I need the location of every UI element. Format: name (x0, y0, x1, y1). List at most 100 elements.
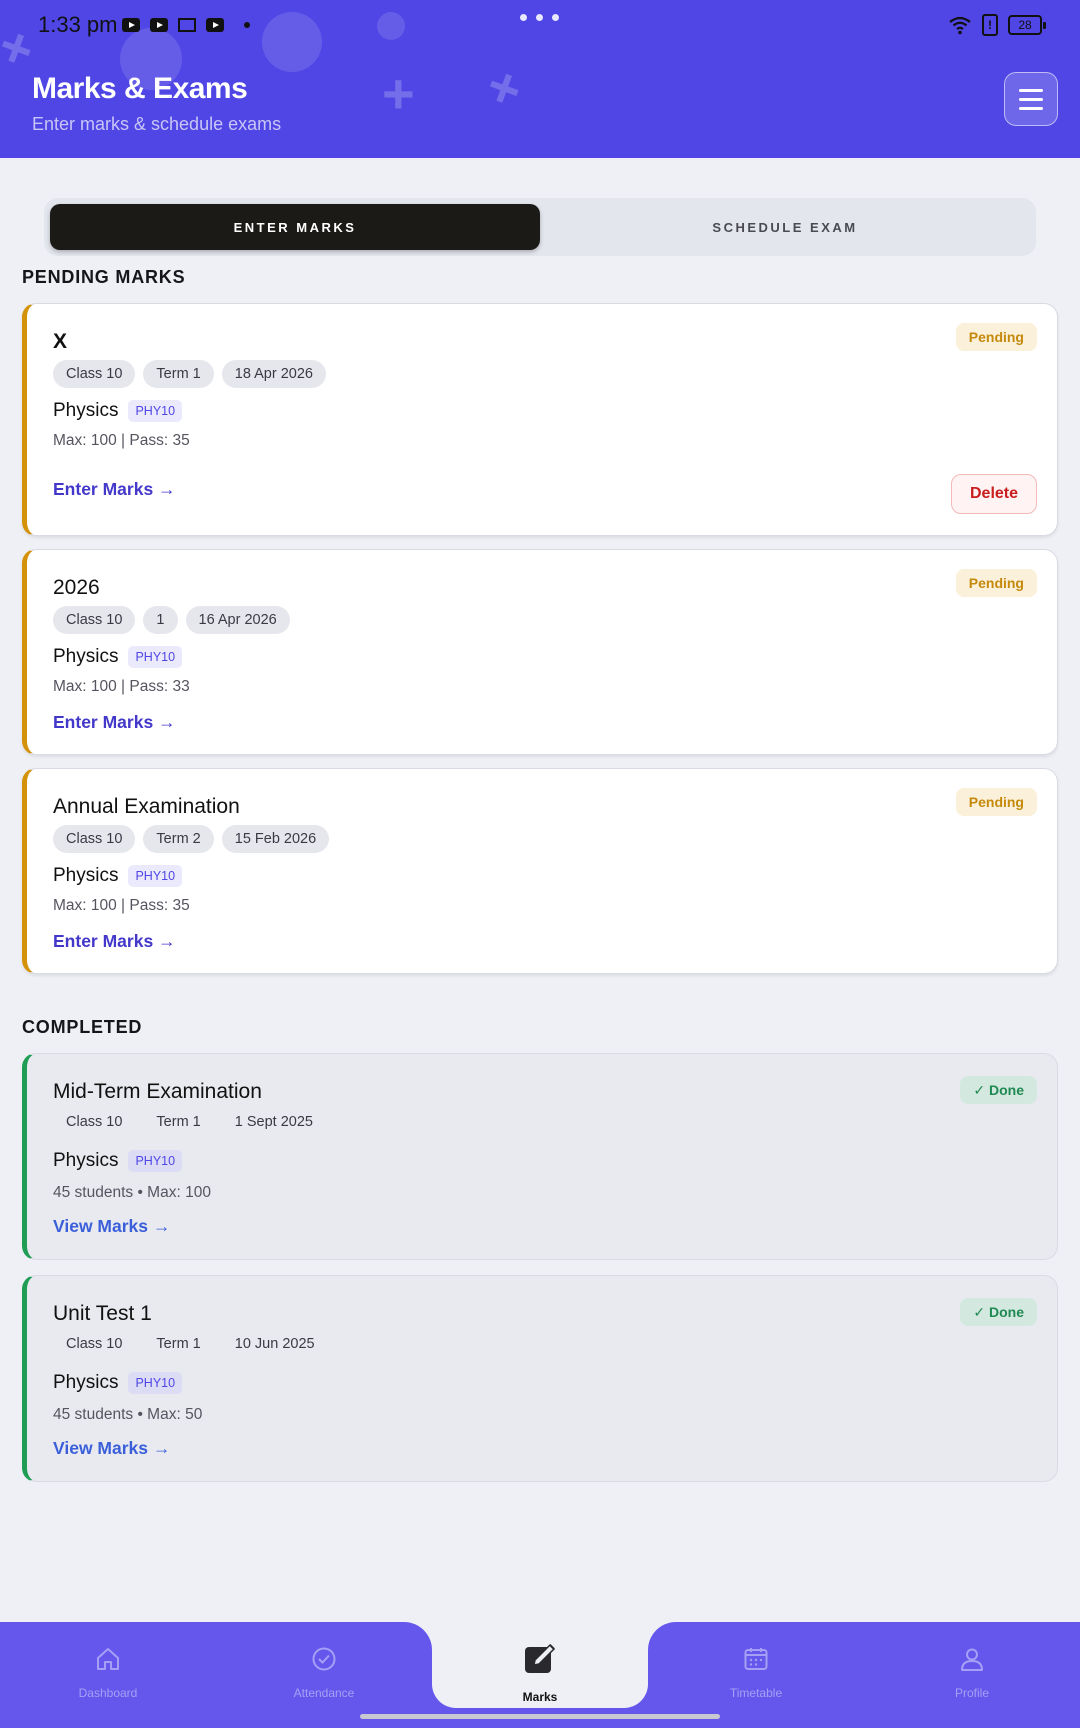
date-chip: 10 Jun 2025 (234, 1336, 315, 1352)
nav-label: Profile (954, 1685, 989, 1700)
decor-plus: + (478, 52, 531, 123)
status-badge: Pending (955, 323, 1037, 351)
enter-marks-link[interactable]: Enter Marks → (53, 479, 176, 500)
youtube-icon (122, 18, 140, 32)
check-circle-icon (310, 1645, 338, 1678)
battery-icon: 28 (1008, 15, 1046, 35)
page-subtitle: Enter marks & schedule exams (32, 114, 282, 134)
date-chip: 18 Apr 2026 (221, 360, 326, 388)
subject-name: Physics (53, 865, 119, 886)
date-chip: 16 Apr 2026 (185, 606, 290, 634)
decor-plus: + (382, 62, 415, 125)
exam-chips: Class 10 Term 1 18 Apr 2026 (53, 360, 326, 388)
hamburger-icon (1019, 88, 1043, 92)
nav-label: Marks (522, 1689, 558, 1704)
edit-icon (520, 1641, 560, 1682)
class-chip: Class 10 (53, 606, 136, 634)
tab-switcher: ENTER MARKS SCHEDULE EXAM (44, 198, 1036, 256)
nav-label: Timetable (729, 1685, 783, 1700)
exam-card: Annual Examination Pending Class 10 Term… (22, 768, 1058, 974)
tab-schedule-exam[interactable]: SCHEDULE EXAM (540, 204, 1030, 250)
notification-icons (122, 18, 250, 32)
delete-button[interactable]: Delete (951, 474, 1037, 514)
gmail-icon (178, 18, 196, 32)
subject-name: Physics (53, 646, 119, 667)
class-chip: Class 10 (66, 1336, 123, 1352)
app-header: + + + 1:33 pm ! 28 Marks & Exams Enter m… (0, 0, 1080, 158)
exam-card-completed: Mid-Term Examination ✓ Done Class 10 Ter… (22, 1053, 1058, 1260)
wifi-icon (948, 15, 972, 35)
term-chip: Term 1 (156, 1114, 201, 1130)
status-badge: Pending (955, 569, 1037, 597)
view-marks-link[interactable]: View Marks → (53, 1438, 170, 1459)
nav-profile[interactable]: Profile (864, 1622, 1080, 1722)
subject-code: PHY10 (128, 1372, 183, 1394)
subject-row: Physics PHY10 (53, 865, 183, 887)
subject-code: PHY10 (128, 646, 183, 668)
class-chip: Class 10 (53, 825, 136, 853)
status-badge: ✓ Done (960, 1298, 1037, 1326)
exam-card-completed: Unit Test 1 ✓ Done Class 10 Term 1 10 Ju… (22, 1275, 1058, 1482)
nav-label: Attendance (293, 1685, 355, 1700)
nav-dashboard[interactable]: Dashboard (0, 1622, 216, 1722)
exam-title: X (53, 330, 68, 353)
exam-meta: Max: 100 | Pass: 35 (53, 897, 190, 914)
exam-chips: Class 10 Term 1 1 Sept 2025 (53, 1108, 326, 1136)
sim-alert-icon: ! (982, 14, 998, 36)
menu-button[interactable] (1004, 72, 1058, 126)
exam-title: Unit Test 1 (53, 1302, 152, 1325)
class-chip: Class 10 (53, 360, 136, 388)
bottom-navigation: Dashboard Attendance Marks Timetable Pro… (0, 1622, 1080, 1728)
subject-code: PHY10 (128, 1150, 183, 1172)
exam-chips: Class 10 1 16 Apr 2026 (53, 606, 290, 634)
exam-meta: 45 students • Max: 100 (53, 1184, 211, 1201)
user-icon (958, 1645, 986, 1678)
date-chip: 1 Sept 2025 (234, 1114, 313, 1130)
exam-chips: Class 10 Term 1 10 Jun 2025 (53, 1330, 328, 1358)
subject-row: Physics PHY10 (53, 400, 183, 422)
term-chip: Term 1 (156, 1336, 201, 1352)
exam-meta: 45 students • Max: 50 (53, 1406, 203, 1423)
section-pending-title: PENDING MARKS (22, 267, 186, 287)
view-marks-link[interactable]: View Marks → (53, 1216, 170, 1237)
page-title: Marks & Exams (32, 72, 248, 105)
nav-attendance[interactable]: Attendance (216, 1622, 432, 1722)
system-icons: ! 28 (948, 14, 1046, 36)
subject-name: Physics (53, 1372, 119, 1393)
section-completed-title: COMPLETED (22, 1017, 143, 1037)
exam-card: 2026 Pending Class 10 1 16 Apr 2026 Phys… (22, 549, 1058, 755)
home-indicator[interactable] (360, 1714, 720, 1719)
more-notifications-icon (244, 22, 250, 28)
enter-marks-link[interactable]: Enter Marks → (53, 712, 176, 733)
exam-title: Mid-Term Examination (53, 1080, 262, 1103)
calendar-icon (742, 1645, 770, 1678)
nav-timetable[interactable]: Timetable (648, 1622, 864, 1722)
more-dots-icon (520, 14, 559, 21)
subject-name: Physics (53, 1150, 119, 1171)
home-icon (94, 1645, 122, 1678)
subject-code: PHY10 (128, 400, 183, 422)
status-bar: 1:33 pm ! 28 (0, 0, 1080, 52)
exam-chips: Class 10 Term 2 15 Feb 2026 (53, 825, 330, 853)
subject-name: Physics (53, 400, 119, 421)
term-chip: Term 2 (143, 825, 214, 853)
youtube-icon (150, 18, 168, 32)
status-badge: ✓ Done (960, 1076, 1037, 1104)
exam-title: Annual Examination (53, 795, 240, 818)
exam-meta: Max: 100 | Pass: 35 (53, 432, 190, 449)
youtube-icon (206, 18, 224, 32)
subject-row: Physics PHY10 (53, 1372, 183, 1394)
subject-code: PHY10 (128, 865, 183, 887)
tab-enter-marks[interactable]: ENTER MARKS (50, 204, 540, 250)
class-chip: Class 10 (66, 1114, 123, 1130)
term-chip: Term 1 (143, 360, 214, 388)
nav-marks[interactable]: Marks (432, 1622, 648, 1722)
status-badge: Pending (955, 788, 1037, 816)
nav-label: Dashboard (78, 1685, 138, 1700)
date-chip: 15 Feb 2026 (221, 825, 330, 853)
term-chip: 1 (143, 606, 178, 634)
subject-row: Physics PHY10 (53, 1150, 183, 1172)
exam-title: 2026 (53, 576, 100, 599)
exam-card: X Pending Class 10 Term 1 18 Apr 2026 Ph… (22, 303, 1058, 536)
enter-marks-link[interactable]: Enter Marks → (53, 931, 176, 952)
